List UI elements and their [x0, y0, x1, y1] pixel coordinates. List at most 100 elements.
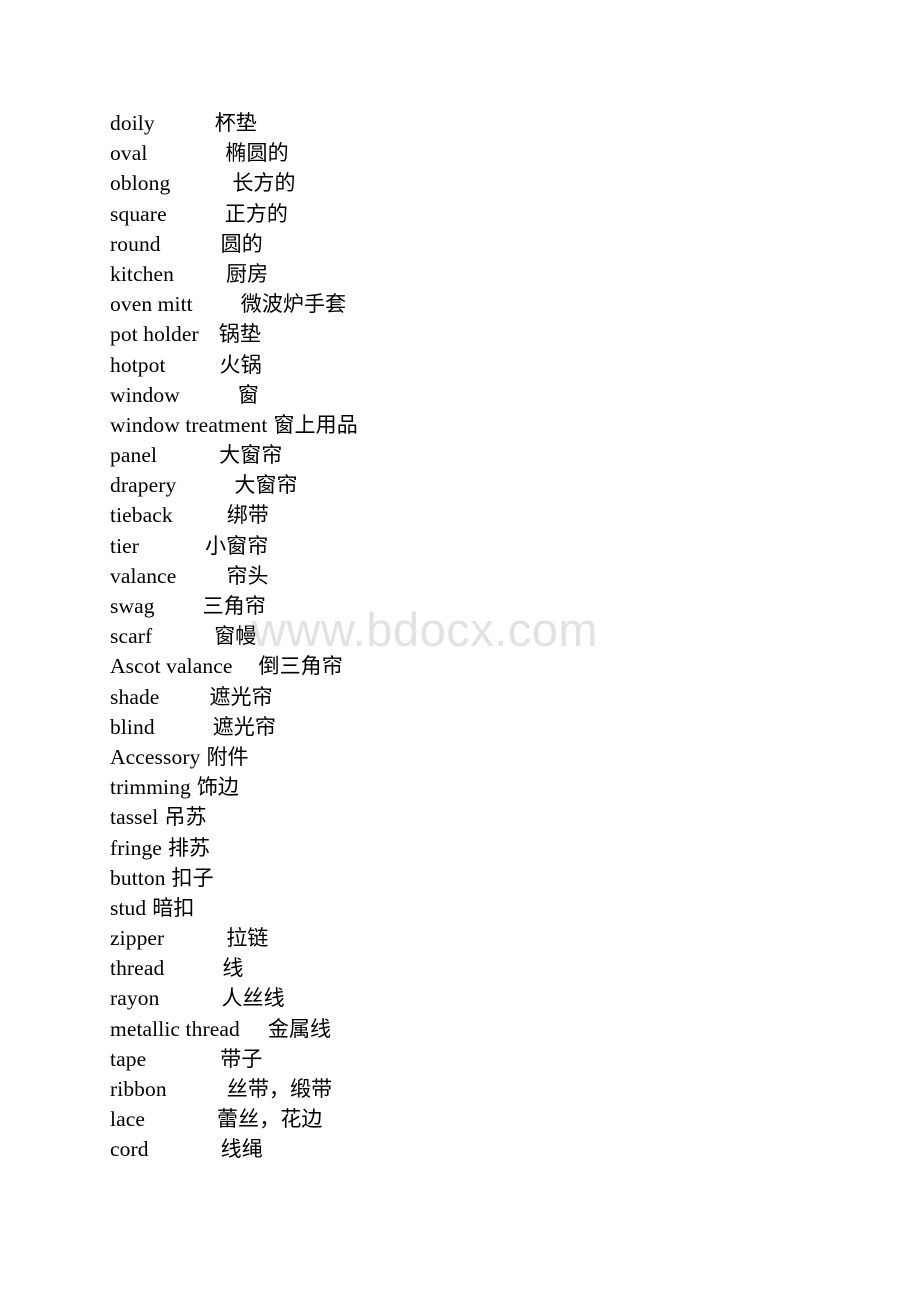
entry-translation: 窗上用品 — [273, 412, 358, 437]
glossary-entry: thread 线 — [110, 953, 890, 983]
entry-translation: 三角帘 — [202, 594, 266, 618]
entry-term: drapery — [110, 473, 177, 498]
entry-term: cord — [110, 1137, 149, 1162]
glossary-entry: oven mitt 微波炉手套 — [110, 289, 890, 319]
entry-translation: 窗幔 — [214, 624, 257, 649]
entry-translation: 线绳 — [220, 1137, 263, 1162]
entry-term: hotpot — [110, 352, 166, 377]
glossary-entry: valance 帘头 — [110, 561, 890, 591]
glossary-entry: drapery 大窗帘 — [110, 470, 890, 500]
entry-translation: 蕾丝，花边 — [217, 1107, 323, 1132]
glossary-entry: tape 带子 — [110, 1044, 890, 1074]
entry-term: rayon — [110, 986, 160, 1011]
entry-term: round — [110, 231, 161, 256]
entry-translation: 火锅 — [219, 352, 262, 377]
entry-translation: 微波炉手套 — [240, 292, 347, 317]
entry-term: pot holder — [110, 322, 199, 347]
entry-translation: 长方的 — [232, 171, 296, 196]
document-page: www.bdocx.com doily 杯垫 oval 椭圆的 oblong 长方的 squ… — [0, 0, 920, 1302]
entry-translation: 帘头 — [226, 563, 269, 588]
glossary-entry: panel 大窗帘 — [110, 440, 890, 470]
entry-term: valance — [110, 563, 177, 588]
entry-term: swag — [110, 594, 155, 618]
entry-term: oven mitt — [110, 292, 193, 317]
glossary-entry: oblong 长方的 — [110, 168, 890, 198]
glossary-entry: shade 遮光帘 — [110, 682, 890, 712]
entry-translation: 附件 — [206, 744, 249, 769]
entry-term: Ascot valance — [110, 654, 233, 679]
entry-term: window — [110, 382, 180, 407]
entry-translation: 人丝线 — [221, 986, 285, 1011]
entry-term: metallic thread — [110, 1016, 240, 1041]
entry-translation: 饰边 — [196, 775, 240, 800]
glossary-entry: lace 蕾丝，花边 — [110, 1104, 890, 1134]
glossary-entry: Accessory 附件 — [110, 742, 890, 772]
entry-translation: 倒三角帘 — [258, 654, 343, 679]
entry-translation: 丝带，缎带 — [226, 1077, 333, 1101]
entry-term: square — [110, 201, 167, 226]
entry-term: stud — [110, 895, 147, 920]
glossary-entry: button 扣子 — [110, 863, 890, 893]
glossary-entry: tassel 吊苏 — [110, 802, 890, 832]
entry-term: tier — [110, 533, 140, 558]
entry-term: ribbon — [110, 1077, 167, 1101]
entry-translation: 厨房 — [225, 261, 269, 286]
entry-term: window treatment — [110, 412, 268, 437]
glossary-entry: Ascot valance 倒三角帘 — [110, 651, 890, 681]
entry-translation: 遮光帘 — [209, 684, 273, 709]
glossary-entry: cord 线绳 — [110, 1134, 890, 1164]
entry-translation: 杯垫 — [214, 111, 257, 135]
glossary-entry: doily 杯垫 — [110, 108, 890, 138]
glossary-entry: fringe 排苏 — [110, 833, 890, 863]
entry-translation: 遮光帘 — [212, 714, 277, 739]
glossary-entry: blind 遮光帘 — [110, 712, 890, 742]
entry-translation: 锅垫 — [218, 322, 261, 347]
entry-term: lace — [110, 1107, 146, 1132]
entry-translation: 线 — [222, 956, 244, 981]
entry-term: doily — [110, 111, 155, 135]
glossary-entry: hotpot 火锅 — [110, 350, 890, 380]
entry-term: oblong — [110, 171, 171, 196]
entry-translation: 绑带 — [226, 503, 269, 528]
entry-term: Accessory — [110, 744, 201, 769]
entry-translation: 扣子 — [171, 865, 214, 890]
glossary-entry: oval 椭圆的 — [110, 138, 890, 168]
entry-term: thread — [110, 956, 165, 981]
entry-translation: 窗 — [237, 382, 259, 407]
entry-translation: 圆的 — [220, 231, 263, 256]
glossary-entry: rayon 人丝线 — [110, 983, 890, 1013]
glossary-entry: pot holder 锅垫 — [110, 319, 890, 349]
entry-translation: 排苏 — [167, 835, 211, 860]
entry-term: tieback — [110, 503, 173, 528]
glossary-list: doily 杯垫 oval 椭圆的 oblong 长方的 square 正方的 round 圆的 k… — [110, 108, 890, 1165]
entry-translation: 大窗帘 — [219, 443, 283, 468]
glossary-entry: window treatment 窗上用品 — [110, 410, 890, 440]
entry-translation: 正方的 — [224, 201, 289, 226]
glossary-entry: ribbon 丝带，缎带 — [110, 1074, 890, 1104]
glossary-entry: tieback 绑带 — [110, 500, 890, 530]
entry-translation: 吊苏 — [164, 805, 207, 830]
glossary-entry: stud 暗扣 — [110, 893, 890, 923]
entry-translation: 金属线 — [267, 1016, 332, 1041]
entry-translation: 拉链 — [226, 926, 269, 951]
glossary-entry: metallic thread 金属线 — [110, 1014, 890, 1044]
entry-term: zipper — [110, 926, 165, 951]
entry-translation: 椭圆的 — [225, 141, 289, 166]
entry-translation: 小窗帘 — [205, 533, 269, 558]
glossary-entry: zipper 拉链 — [110, 923, 890, 953]
glossary-entry: trimming 饰边 — [110, 772, 890, 802]
entry-term: tassel — [110, 805, 159, 830]
entry-term: button — [110, 865, 166, 890]
entry-term: trimming — [110, 775, 191, 800]
glossary-entry: window 窗 — [110, 380, 890, 410]
glossary-entry: kitchen 厨房 — [110, 259, 890, 289]
entry-term: panel — [110, 443, 158, 468]
glossary-entry: scarf 窗幔 — [110, 621, 890, 651]
glossary-entry: tier 小窗帘 — [110, 531, 890, 561]
entry-translation: 暗扣 — [152, 895, 195, 920]
glossary-entry: square 正方的 — [110, 199, 890, 229]
entry-term: oval — [110, 141, 148, 166]
entry-term: scarf — [110, 624, 153, 649]
entry-term: fringe — [110, 835, 162, 860]
entry-term: tape — [110, 1046, 147, 1071]
